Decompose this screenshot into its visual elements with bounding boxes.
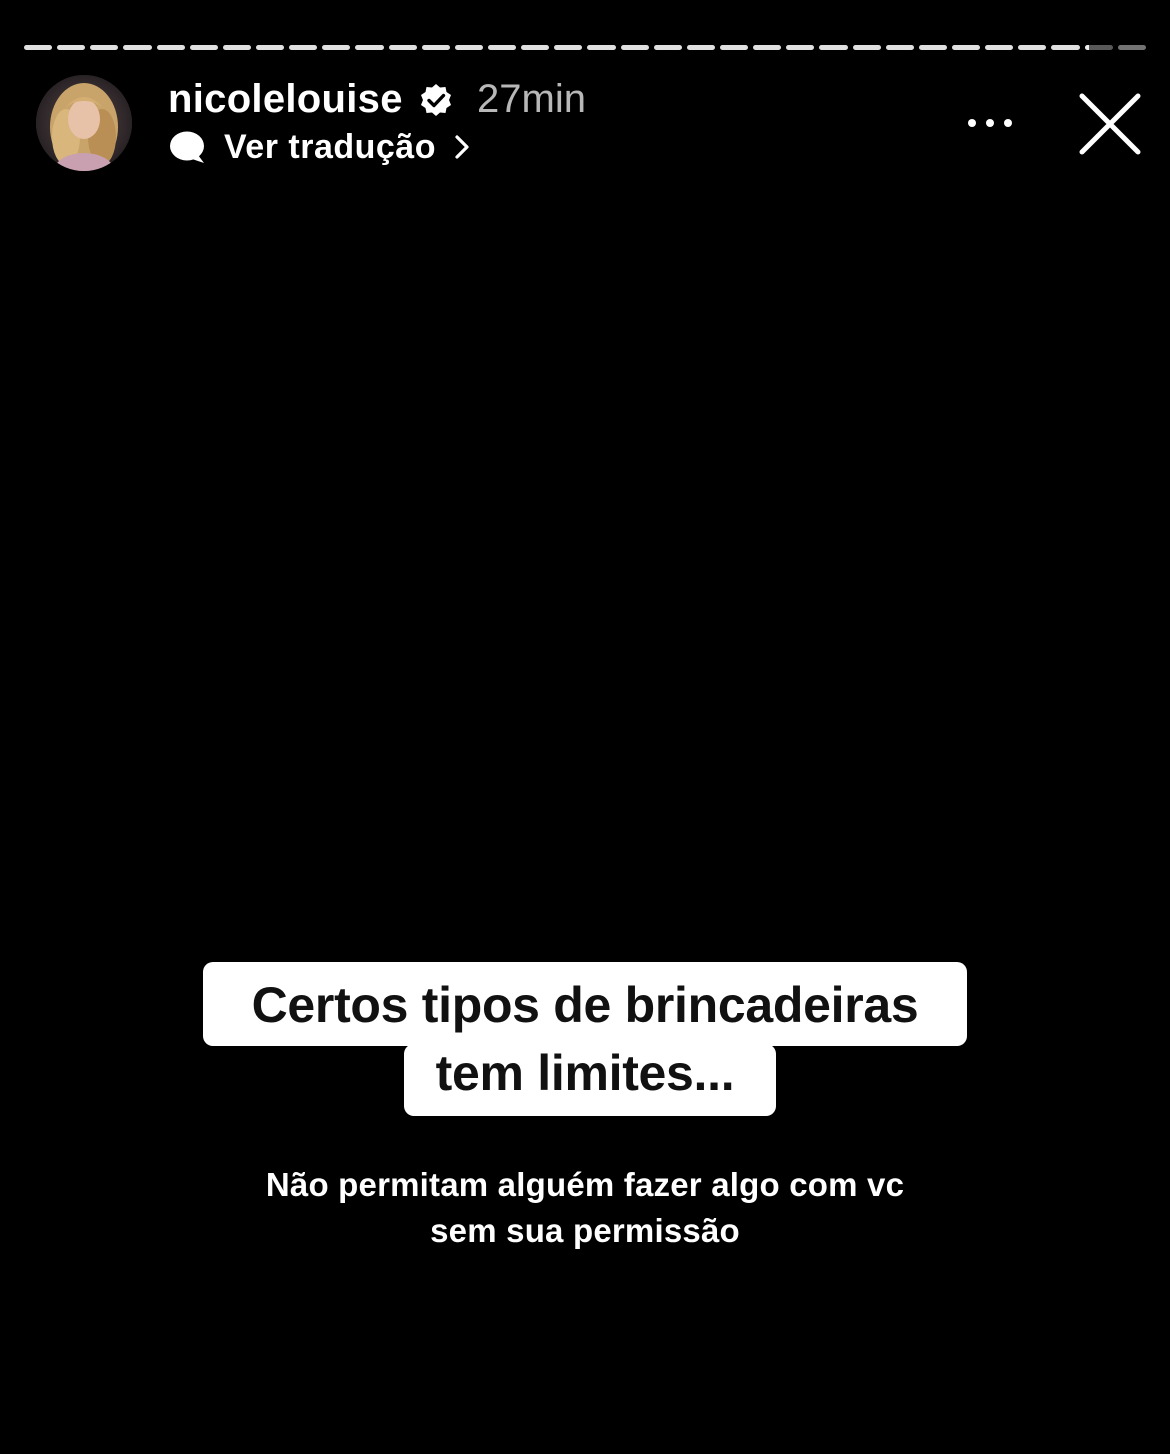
progress-segment (819, 45, 848, 50)
chevron-right-icon (455, 135, 469, 159)
caption-line2: tem limites... (435, 1045, 735, 1101)
progress-segment (1117, 45, 1146, 50)
time-ago: 27min (477, 77, 586, 121)
subtitle-line2: sem sua permissão (430, 1212, 740, 1249)
avatar[interactable] (36, 75, 132, 171)
progress-segment (388, 45, 417, 50)
caption-line1: Certos tipos de brincadeiras (251, 977, 919, 1033)
progress-segment (255, 45, 285, 50)
progress-segment (1051, 45, 1080, 50)
progress-segment (719, 45, 749, 50)
progress-segment (123, 45, 152, 50)
progress-segment (189, 45, 218, 50)
progress-segment (620, 45, 649, 50)
progress-segment (786, 45, 815, 50)
story-progress-bar (24, 45, 1146, 50)
verified-badge-icon (421, 84, 451, 116)
progress-segment (918, 45, 947, 50)
avatar-image (36, 75, 132, 171)
progress-segment (885, 45, 914, 50)
progress-segment (852, 45, 881, 50)
progress-segment (90, 45, 119, 50)
close-icon[interactable] (1078, 92, 1142, 156)
progress-segment (1018, 45, 1047, 50)
progress-segment (222, 45, 251, 50)
progress-segment (686, 45, 715, 50)
more-dots-icon[interactable] (962, 108, 1022, 138)
translate-link[interactable]: Ver tradução (168, 124, 472, 170)
progress-segment (24, 45, 53, 50)
username[interactable]: nicolelouise (168, 74, 403, 124)
translate-label: Ver tradução (224, 127, 436, 166)
progress-segment (753, 45, 782, 50)
progress-segment (487, 45, 517, 50)
subtitle-line1: Não permitam alguém fazer algo com vc (265, 1166, 905, 1203)
progress-segment (554, 45, 583, 50)
progress-segment (322, 45, 351, 50)
progress-segment (454, 45, 483, 50)
progress-segment (1084, 45, 1113, 50)
progress-segment (156, 45, 185, 50)
speech-bubble-icon (170, 131, 204, 163)
progress-segment (421, 45, 450, 50)
progress-segment (985, 45, 1014, 50)
progress-segment (57, 45, 86, 50)
progress-segment (355, 45, 384, 50)
progress-segment (951, 45, 981, 50)
progress-segment (289, 45, 318, 50)
progress-segment (587, 45, 616, 50)
progress-segment (653, 45, 682, 50)
progress-segment (521, 45, 550, 50)
